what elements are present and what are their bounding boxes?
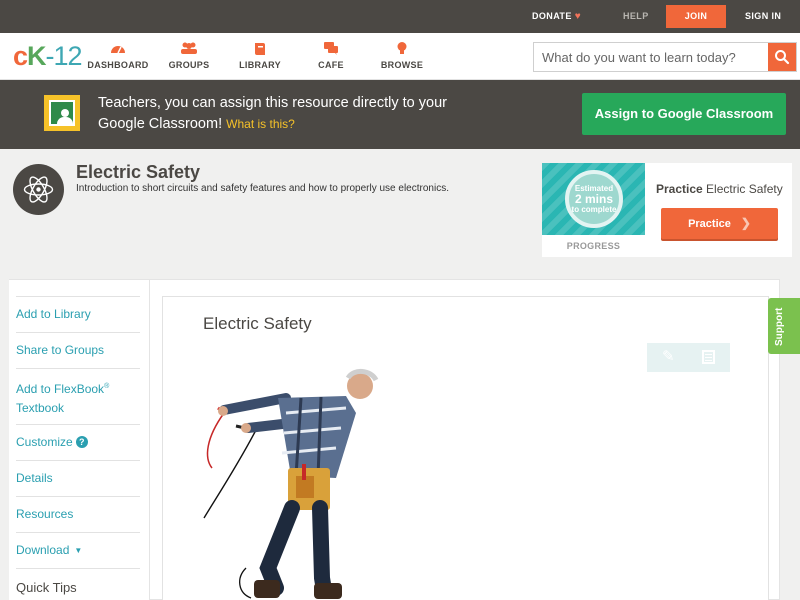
atom-icon — [13, 164, 64, 215]
main-navbar: cK-12 DASHBOARD GROUPS LIBRARY CAFE BROW… — [0, 33, 800, 80]
donate-label: DONATE — [532, 11, 572, 21]
practice-card: Estimated 2 mins to complete PROGRESS Pr… — [542, 163, 792, 257]
pencil-icon[interactable]: ✎ — [662, 348, 676, 366]
electric-shock-man-image — [203, 369, 379, 599]
resource-sidebar: Add to Library Share to Groups Add to Fl… — [9, 280, 150, 600]
sidebar-item-resources[interactable]: Resources — [16, 496, 140, 532]
groups-icon — [154, 41, 224, 57]
estimated-time-badge: Estimated 2 mins to complete — [565, 170, 623, 228]
classroom-message: Teachers, you can assign this resource d… — [98, 95, 447, 132]
sign-in-link[interactable]: SIGN IN — [745, 0, 781, 33]
cafe-chat-icon — [296, 41, 366, 57]
search-input[interactable] — [534, 43, 768, 71]
sidebar-item-download[interactable]: Download ▼ — [16, 532, 140, 568]
assign-to-google-classroom-button[interactable]: Assign to Google Classroom — [582, 93, 786, 135]
search-icon — [775, 50, 790, 65]
nav-library[interactable]: LIBRARY — [225, 41, 295, 70]
heart-icon: ♥ — [574, 11, 582, 22]
donate-link[interactable]: DONATE ♥ — [532, 0, 581, 33]
help-link[interactable]: HELP — [623, 0, 649, 33]
concept-title: Electric Safety — [76, 162, 201, 182]
join-button[interactable]: JOIN — [666, 5, 726, 28]
dashboard-icon — [83, 41, 153, 57]
practice-thumbnail[interactable]: Estimated 2 mins to complete — [542, 163, 645, 235]
progress-label: PROGRESS — [566, 241, 621, 251]
library-icon — [225, 41, 295, 57]
caret-down-icon: ▼ — [74, 546, 83, 555]
support-tab[interactable]: Support — [768, 298, 800, 354]
sidebar-quick-tips[interactable]: Quick Tips — [16, 568, 140, 600]
practice-title: Practice Electric Safety — [656, 182, 783, 196]
practice-button[interactable]: Practice ❯ — [661, 208, 778, 239]
what-is-this-link[interactable]: What is this? — [226, 117, 295, 131]
nav-cafe[interactable]: CAFE — [296, 41, 366, 70]
nav-dashboard[interactable]: DASHBOARD — [83, 41, 153, 70]
nav-browse[interactable]: BROWSE — [367, 41, 437, 70]
panel-title: Electric Safety — [203, 314, 312, 333]
annotation-toolbar: ✎ — [647, 343, 730, 372]
nav-groups[interactable]: GROUPS — [154, 41, 224, 70]
top-utility-bar: DONATE ♥ HELP JOIN SIGN IN — [0, 0, 800, 33]
sidebar-item-share-to-groups[interactable]: Share to Groups — [16, 332, 140, 368]
search-box — [533, 42, 797, 72]
chevron-right-icon: ❯ — [740, 216, 751, 230]
sidebar-item-add-to-flexbook[interactable]: Add to FlexBook® Textbook — [16, 368, 140, 424]
search-button[interactable] — [768, 43, 796, 71]
sidebar-item-details[interactable]: Details — [16, 460, 140, 496]
notes-icon[interactable] — [702, 350, 715, 364]
lightbulb-icon — [367, 41, 437, 57]
google-classroom-icon — [44, 95, 80, 131]
sidebar-item-add-to-library[interactable]: Add to Library — [16, 296, 140, 332]
ck12-logo[interactable]: cK-12 — [13, 42, 83, 70]
concept-description: Introduction to short circuits and safet… — [76, 183, 449, 194]
sidebar-item-customize[interactable]: Customize? — [16, 424, 140, 460]
help-question-icon[interactable]: ? — [75, 436, 88, 448]
